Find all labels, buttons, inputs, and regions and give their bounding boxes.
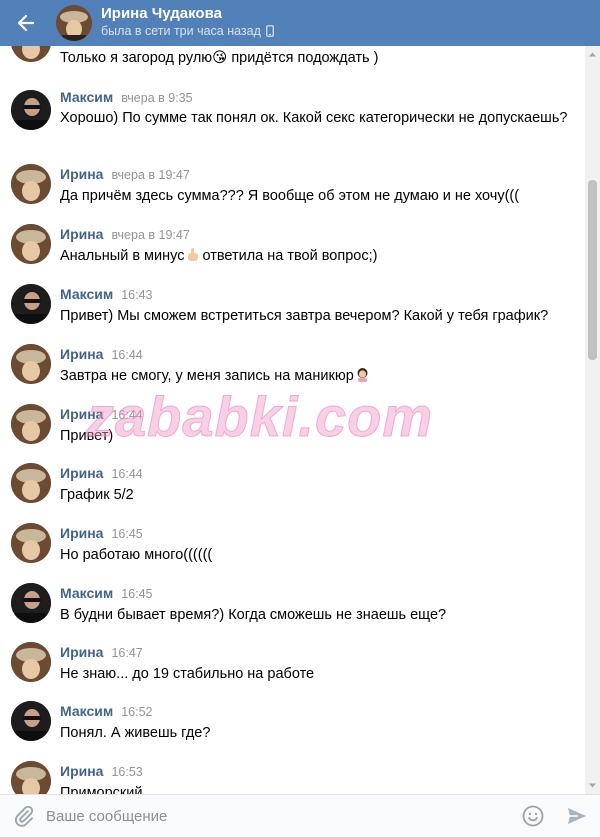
attach-button[interactable] <box>12 804 36 828</box>
message-time: 16:44 <box>111 348 143 362</box>
message-text: Привет) Мы сможем встретиться завтра веч… <box>60 308 549 324</box>
send-icon <box>568 808 586 824</box>
message-text: В будни бывает время?) Когда сможешь не … <box>60 607 447 623</box>
message-item: Ирина 16:53 Приморский <box>0 761 584 794</box>
message-author[interactable]: Ирина 16:44 <box>60 465 143 481</box>
message-text: Понял. А живешь где? <box>60 725 211 741</box>
mobile-phone-icon <box>266 25 274 37</box>
avatar[interactable] <box>11 523 51 563</box>
message-author[interactable]: Максим 16:45 <box>60 585 152 601</box>
message-item: Максим 16:45 В будни бывает время?) Когда… <box>0 583 584 645</box>
message-item: Ирина 16:44 График 5/2 <box>0 463 584 525</box>
avatar[interactable] <box>11 90 51 130</box>
message-text: Приморский <box>60 785 143 794</box>
scrollbar[interactable] <box>585 46 600 794</box>
message-item: Максим вчера в 9:35 Хорошо) По сумме так … <box>0 86 584 146</box>
contact-name[interactable]: Ирина Чудакова <box>101 5 222 22</box>
avatar[interactable] <box>11 224 51 264</box>
message-time: вчера в 19:47 <box>111 228 190 242</box>
message-author[interactable]: Ирина 16:47 <box>60 644 143 660</box>
message-text: Привет) <box>60 428 114 444</box>
message-time: 16:47 <box>111 646 143 660</box>
message-text: Только я загород рулю😘 придётся подождат… <box>60 50 379 66</box>
message-item: Ирина 16:47 Не знаю... до 19 стабильно на… <box>0 642 584 704</box>
message-text: Хорошо) По сумме так понял ок. Какой сек… <box>60 110 568 126</box>
avatar[interactable] <box>11 344 51 384</box>
scrollbar-thumb[interactable] <box>588 180 597 360</box>
avatar-image <box>56 5 92 41</box>
message-author[interactable]: Максим 16:52 <box>60 703 152 719</box>
emoji-button[interactable] <box>521 804 545 828</box>
message-item: Ирина 16:44 Завтра не смогу, у меня запис… <box>0 344 584 406</box>
message-time: вчера в 19:47 <box>111 168 190 182</box>
arrow-left-icon <box>17 14 35 32</box>
message-time: 16:44 <box>111 467 143 481</box>
scroll-up-icon[interactable] <box>588 50 597 59</box>
message-list[interactable]: Только я загород рулю😘 придётся подождат… <box>0 46 600 794</box>
message-text: Да причём здесь сумма??? Я вообще об это… <box>60 188 520 204</box>
paperclip-icon <box>15 805 34 827</box>
avatar[interactable] <box>11 46 51 62</box>
avatar[interactable] <box>56 5 92 41</box>
avatar[interactable] <box>11 404 51 444</box>
message-text: Не знаю... до 19 стабильно на работе <box>60 666 315 682</box>
message-item: Ирина вчера в 19:47 Анальный в минус ответ… <box>0 224 584 286</box>
avatar[interactable] <box>11 642 51 682</box>
message-item: Ирина 16:45 Но работаю много(((((( <box>0 523 584 585</box>
message-time: 16:53 <box>111 765 143 779</box>
message-time: 16:44 <box>111 408 143 422</box>
message-time: 16:45 <box>111 527 143 541</box>
message-text: Но работаю много(((((( <box>60 547 213 563</box>
message-time: 16:43 <box>121 288 153 302</box>
woman-emoji-icon <box>357 368 368 382</box>
send-button[interactable] <box>565 804 589 828</box>
message-text: Анальный в минус ответила на твой вопрос;… <box>60 248 378 264</box>
message-author[interactable]: Ирина 16:45 <box>60 525 143 541</box>
avatar[interactable] <box>11 701 51 741</box>
avatar[interactable] <box>11 463 51 503</box>
avatar[interactable] <box>11 761 51 794</box>
message-time: 16:45 <box>121 587 153 601</box>
message-time: 16:52 <box>121 705 153 719</box>
message-text: Завтра не смогу, у меня запись на маникю… <box>60 366 575 386</box>
message-item: Максим 16:52 Понял. А живешь где? <box>0 701 584 763</box>
message-author[interactable]: Ирина вчера в 19:47 <box>60 166 190 182</box>
contact-status: была в сети три часа назад <box>101 24 274 38</box>
chat-header: Ирина Чудакова была в сети три часа наза… <box>0 0 600 46</box>
message-item: Максим 16:43 Привет) Мы сможем встретитьс… <box>0 284 584 346</box>
smile-icon <box>522 805 544 827</box>
message-author[interactable]: Ирина 16:44 <box>60 346 143 362</box>
message-composer <box>0 794 600 837</box>
message-author[interactable]: Ирина вчера в 19:47 <box>60 226 190 242</box>
scroll-down-icon[interactable] <box>588 781 597 790</box>
avatar[interactable] <box>11 164 51 204</box>
message-author[interactable]: Ирина 16:53 <box>60 763 143 779</box>
message-item: Ирина вчера в 19:47 Да причём здесь сумма… <box>0 164 584 226</box>
back-button[interactable] <box>8 5 44 41</box>
hand-emoji-icon <box>188 248 199 261</box>
message-input[interactable] <box>46 801 506 831</box>
message-item: Ирина 16:44 Привет) <box>0 404 584 466</box>
message-author[interactable]: Максим 16:43 <box>60 286 152 302</box>
avatar[interactable] <box>11 583 51 623</box>
status-text: была в сети три часа назад <box>101 24 261 38</box>
avatar[interactable] <box>11 284 51 324</box>
message-text: График 5/2 <box>60 487 134 503</box>
message-author[interactable]: Ирина 16:44 <box>60 406 143 422</box>
message-author[interactable]: Максим вчера в 9:35 <box>60 89 193 105</box>
message-time: вчера в 9:35 <box>121 91 193 105</box>
